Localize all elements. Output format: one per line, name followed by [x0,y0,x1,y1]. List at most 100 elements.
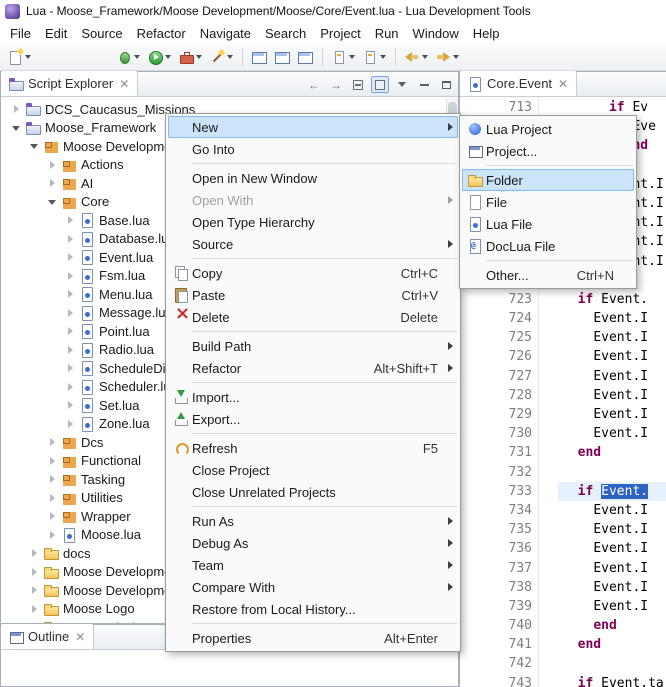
submenu-item-file[interactable]: File [462,191,634,213]
menu-item-import[interactable]: Import... [168,386,458,408]
table-view-button-1[interactable] [248,46,270,68]
code-line[interactable]: 729 Event.I [460,405,666,424]
twisty-expanded-icon[interactable] [27,138,43,154]
code-line[interactable]: 726 Event.I [460,347,666,366]
code-line-current[interactable]: 733 if Event. [460,482,666,501]
menu-item-delete[interactable]: DeleteDelete [168,306,458,328]
close-icon[interactable]: ✕ [557,77,569,91]
menu-item-run-as[interactable]: Run As [168,510,458,532]
code-line[interactable]: 735 Event.I [460,520,666,539]
menu-help[interactable]: Help [466,24,507,43]
twisty-collapsed-icon[interactable] [63,379,79,395]
menu-run[interactable]: Run [368,24,406,43]
submenu-item-lua-file[interactable]: Lua File [462,213,634,235]
code-line[interactable]: 727 Event.I [460,367,666,386]
table-view-button-2[interactable] [271,46,293,68]
menu-refactor[interactable]: Refactor [130,24,193,43]
maximize-icon[interactable] [437,76,455,93]
twisty-collapsed-icon[interactable] [27,619,43,623]
menu-item-debug-as[interactable]: Debug As [168,532,458,554]
twisty-collapsed-icon[interactable] [63,231,79,247]
debug-button[interactable] [113,46,143,68]
twisty-expanded-icon[interactable] [9,120,25,136]
code-line[interactable]: 741 end [460,635,666,654]
minimize-icon[interactable] [415,76,433,93]
twisty-collapsed-icon[interactable] [27,564,43,580]
link-with-editor-icon[interactable] [371,76,389,93]
tab-outline[interactable]: Outline ✕ [1,624,94,649]
close-icon[interactable]: ✕ [74,630,86,644]
twisty-collapsed-icon[interactable] [63,268,79,284]
twisty-collapsed-icon[interactable] [45,508,61,524]
submenu-item-other[interactable]: Other...Ctrl+N [462,264,634,286]
twisty-collapsed-icon[interactable] [27,545,43,561]
submenu-item-lua-project[interactable]: Lua Project [462,118,634,140]
menu-item-paste[interactable]: PasteCtrl+V [168,284,458,306]
twisty-collapsed-icon[interactable] [27,582,43,598]
menu-item-new[interactable]: New [168,116,458,138]
code-line[interactable]: 725 Event.I [460,328,666,347]
menu-item-source[interactable]: Source [168,233,458,255]
run-button[interactable] [144,46,174,68]
code-line[interactable]: 742 [460,654,666,673]
back-icon[interactable]: ← [305,76,323,93]
twisty-collapsed-icon[interactable] [63,416,79,432]
new-wizard-button[interactable] [4,46,34,68]
twisty-collapsed-icon[interactable] [63,397,79,413]
code-line[interactable]: 739 Event.I [460,597,666,616]
twisty-collapsed-icon[interactable] [63,360,79,376]
search-button[interactable] [206,46,236,68]
menu-item-properties[interactable]: PropertiesAlt+Enter [168,627,458,649]
code-line[interactable]: 723 if Event. [460,290,666,309]
code-line[interactable]: 736 Event.I [460,539,666,558]
menu-item-close-unrelated-projects[interactable]: Close Unrelated Projects [168,481,458,503]
code-line[interactable]: 734 Event.I [460,501,666,520]
menu-edit[interactable]: Edit [38,24,74,43]
twisty-collapsed-icon[interactable] [63,323,79,339]
menu-item-export[interactable]: Export... [168,408,458,430]
twisty-collapsed-icon[interactable] [63,342,79,358]
menu-item-copy[interactable]: CopyCtrl+C [168,262,458,284]
collapse-all-icon[interactable] [349,76,367,93]
menu-item-close-project[interactable]: Close Project [168,459,458,481]
next-annotation-button[interactable] [359,46,389,68]
submenu-item-folder[interactable]: Folder [462,169,634,191]
menu-window[interactable]: Window [406,24,466,43]
twisty-collapsed-icon[interactable] [45,490,61,506]
code-line[interactable]: 743 if Event.ta [460,674,666,687]
menu-item-go-into[interactable]: Go Into [168,138,458,160]
code-line[interactable]: 738 Event.I [460,578,666,597]
twisty-collapsed-icon[interactable] [45,471,61,487]
twisty-collapsed-icon[interactable] [45,453,61,469]
tab-core-event[interactable]: Core.Event ✕ [460,71,577,96]
code-line[interactable]: 732 [460,463,666,482]
menu-source[interactable]: Source [74,24,129,43]
menu-project[interactable]: Project [313,24,367,43]
forward-icon[interactable]: → [327,76,345,93]
code-line[interactable]: 737 Event.I [460,559,666,578]
menu-item-compare-with[interactable]: Compare With [168,576,458,598]
menu-item-open-in-new-window[interactable]: Open in New Window [168,167,458,189]
table-view-button-3[interactable] [294,46,316,68]
twisty-collapsed-icon[interactable] [45,157,61,173]
menu-item-team[interactable]: Team [168,554,458,576]
submenu-item-doclua-file[interactable]: DocLua File [462,235,634,257]
close-icon[interactable]: ✕ [118,77,130,91]
code-line[interactable]: 731 end [460,443,666,462]
twisty-collapsed-icon[interactable] [63,249,79,265]
external-tools-button[interactable] [175,46,205,68]
tab-script-explorer[interactable]: Script Explorer ✕ [1,71,138,96]
code-line[interactable]: 724 Event.I [460,309,666,328]
menu-file[interactable]: File [3,24,38,43]
twisty-collapsed-icon[interactable] [63,212,79,228]
twisty-collapsed-icon[interactable] [45,175,61,191]
code-line[interactable]: 728 Event.I [460,386,666,405]
menu-item-build-path[interactable]: Build Path [168,335,458,357]
menu-item-open-type-hierarchy[interactable]: Open Type Hierarchy [168,211,458,233]
back-button[interactable] [401,46,431,68]
code-line[interactable]: 740 end [460,616,666,635]
twisty-collapsed-icon[interactable] [27,601,43,617]
twisty-collapsed-icon[interactable] [63,305,79,321]
menu-item-refactor[interactable]: RefactorAlt+Shift+T [168,357,458,379]
twisty-expanded-icon[interactable] [45,194,61,210]
